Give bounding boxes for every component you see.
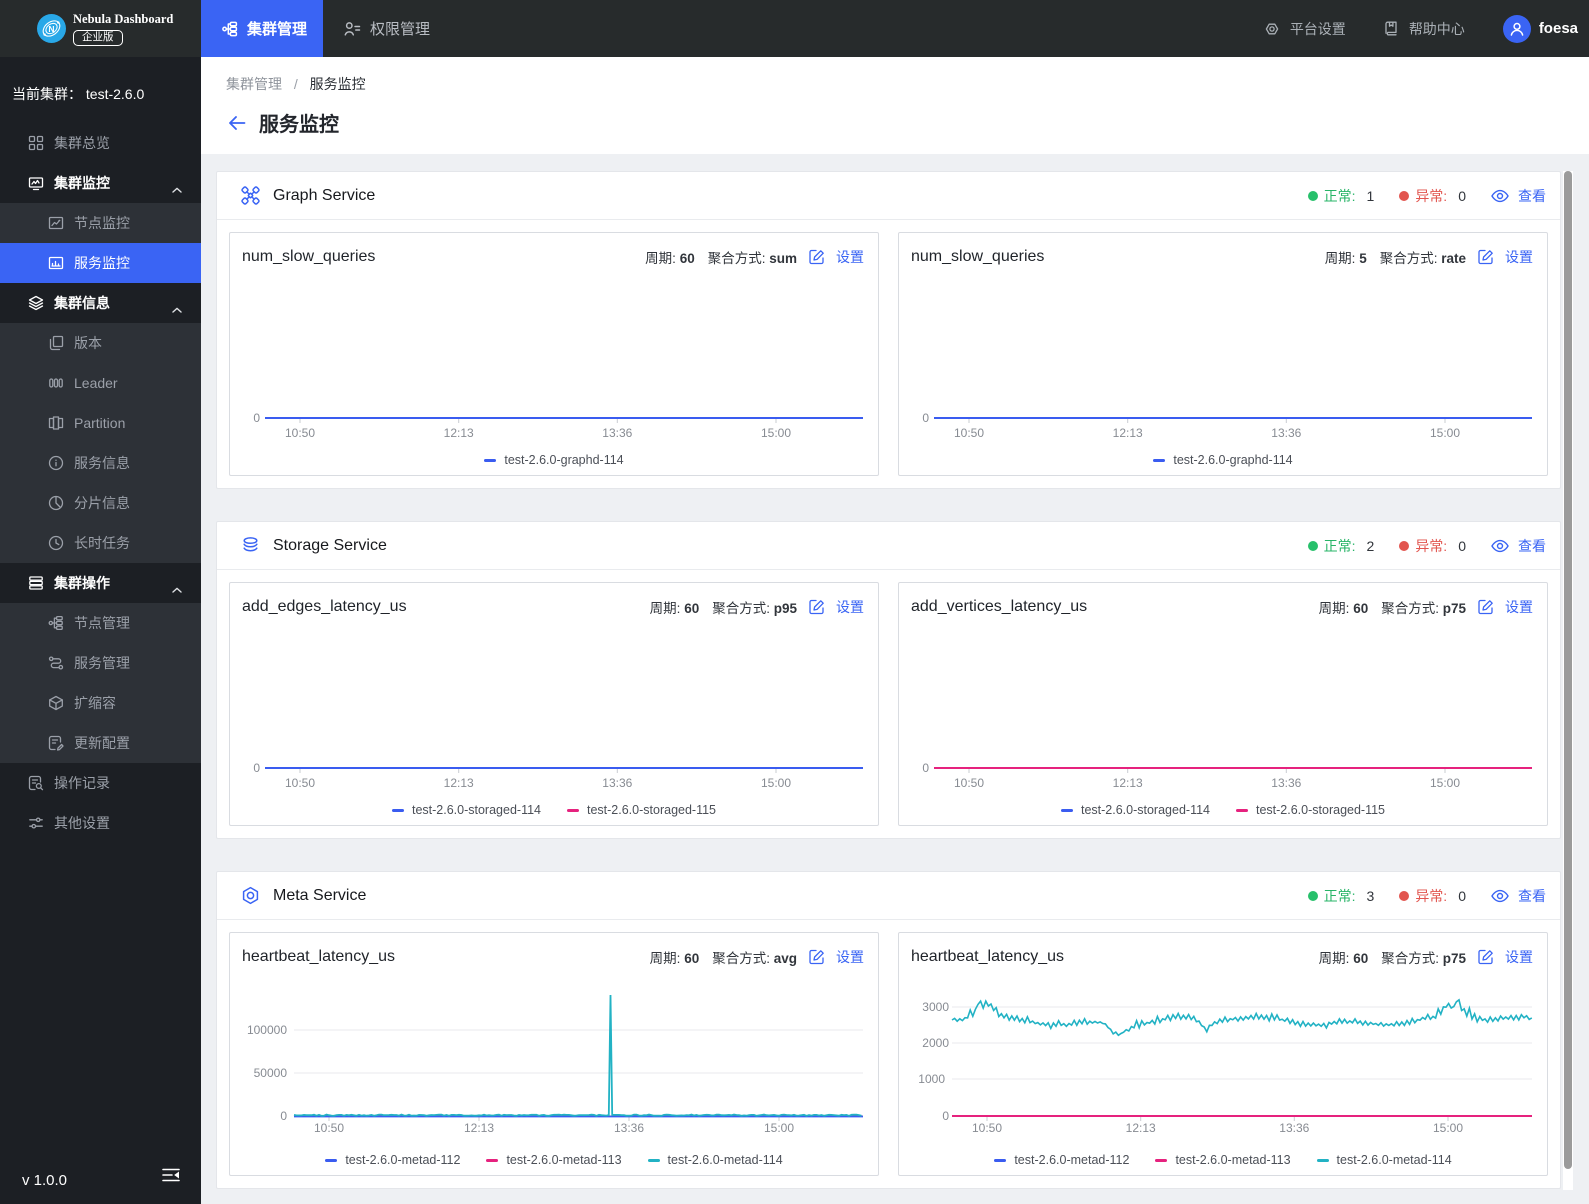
svg-text:13:36: 13:36 xyxy=(614,1121,644,1135)
svg-text:3000: 3000 xyxy=(922,1000,949,1014)
svg-text:0: 0 xyxy=(253,761,260,775)
svg-text:13:36: 13:36 xyxy=(1271,426,1301,440)
svg-text:12:13: 12:13 xyxy=(1113,426,1143,440)
svg-text:N: N xyxy=(48,24,54,34)
svg-text:13:36: 13:36 xyxy=(1271,776,1301,790)
svg-text:10:50: 10:50 xyxy=(954,426,984,440)
svg-text:2000: 2000 xyxy=(922,1036,949,1050)
svg-text:0: 0 xyxy=(922,761,929,775)
svg-text:10:50: 10:50 xyxy=(285,426,315,440)
svg-text:10:50: 10:50 xyxy=(285,776,315,790)
svg-text:12:13: 12:13 xyxy=(1113,776,1143,790)
svg-text:12:13: 12:13 xyxy=(444,776,474,790)
svg-text:0: 0 xyxy=(942,1109,949,1123)
svg-text:12:13: 12:13 xyxy=(444,426,474,440)
svg-text:13:36: 13:36 xyxy=(602,776,632,790)
svg-text:15:00: 15:00 xyxy=(761,426,791,440)
svg-text:0: 0 xyxy=(253,411,260,425)
svg-text:100000: 100000 xyxy=(247,1023,287,1037)
svg-text:15:00: 15:00 xyxy=(764,1121,794,1135)
svg-text:10:50: 10:50 xyxy=(314,1121,344,1135)
svg-text:10:50: 10:50 xyxy=(954,776,984,790)
svg-text:15:00: 15:00 xyxy=(1430,426,1460,440)
svg-text:50000: 50000 xyxy=(254,1066,288,1080)
svg-text:12:13: 12:13 xyxy=(464,1121,494,1135)
svg-text:13:36: 13:36 xyxy=(1279,1121,1309,1135)
svg-text:15:00: 15:00 xyxy=(1430,776,1460,790)
svg-text:0: 0 xyxy=(922,411,929,425)
svg-text:15:00: 15:00 xyxy=(761,776,791,790)
svg-text:1000: 1000 xyxy=(918,1072,945,1086)
svg-text:12:13: 12:13 xyxy=(1126,1121,1156,1135)
svg-text:10:50: 10:50 xyxy=(972,1121,1002,1135)
svg-text:13:36: 13:36 xyxy=(602,426,632,440)
svg-text:15:00: 15:00 xyxy=(1433,1121,1463,1135)
svg-text:0: 0 xyxy=(280,1109,287,1123)
